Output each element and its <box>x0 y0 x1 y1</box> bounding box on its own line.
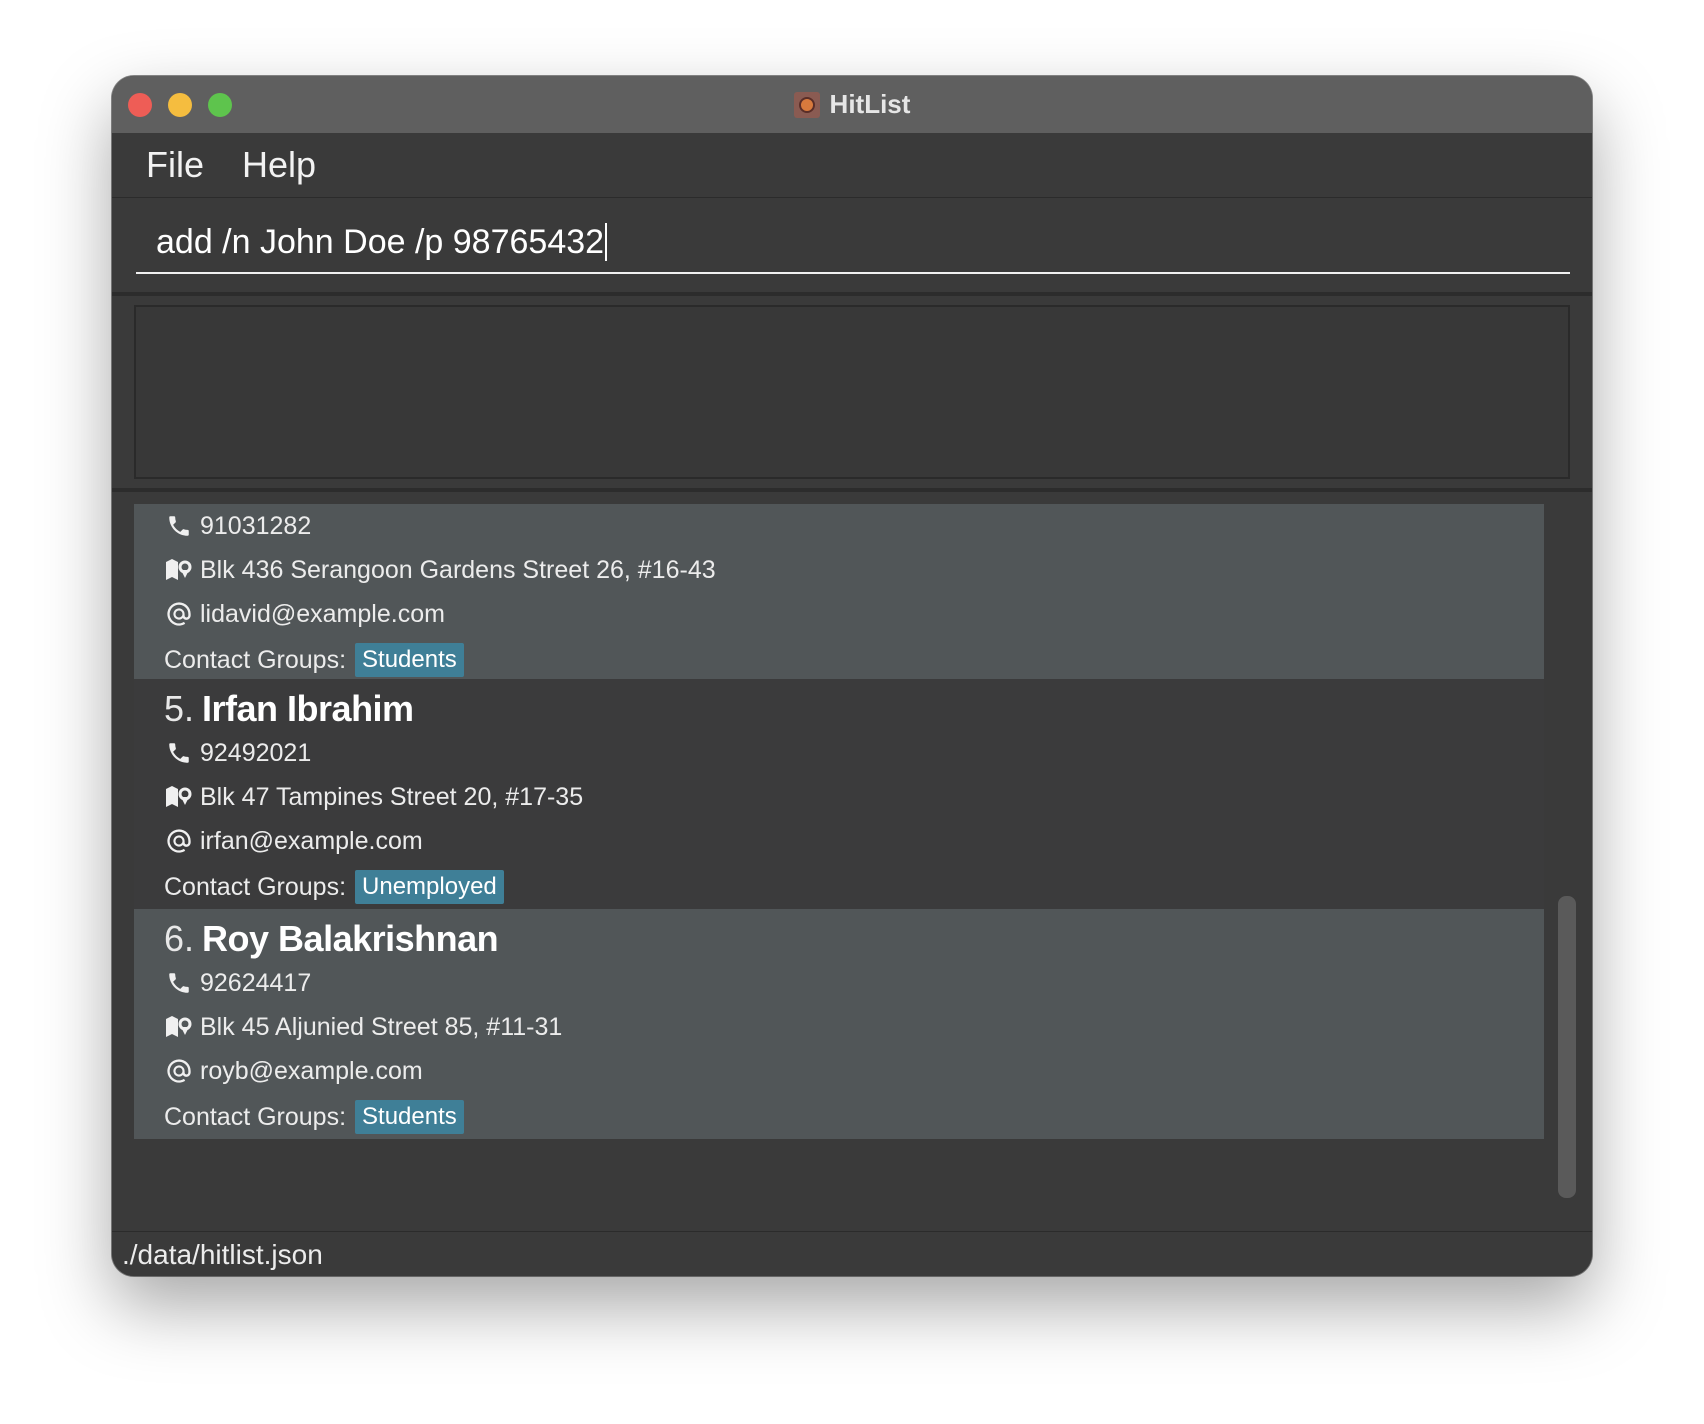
contact-email-row: royb@example.com <box>164 1049 1544 1093</box>
at-icon <box>164 826 194 856</box>
contact-phone: 91031282 <box>200 511 312 540</box>
contact-address-row: Blk 436 Serangoon Gardens Street 26, #16… <box>164 548 1544 592</box>
contact-email: royb@example.com <box>200 1056 423 1085</box>
group-tag: Students <box>355 1100 464 1134</box>
title-bar[interactable]: HitList <box>112 76 1592 134</box>
group-tag: Unemployed <box>355 870 504 904</box>
result-display[interactable] <box>134 305 1570 479</box>
window-title: HitList <box>829 89 911 119</box>
app-window: HitList File Help add /n John Doe /p 987… <box>112 76 1592 1276</box>
contact-phone-row: 91031282 <box>164 504 1544 548</box>
at-icon <box>164 1056 194 1086</box>
contact-phone: 92492021 <box>200 738 312 767</box>
group-tag: Students <box>355 643 464 677</box>
map-marker-icon <box>164 782 194 812</box>
at-icon <box>164 599 194 629</box>
contact-address-row: Blk 45 Aljunied Street 85, #11-31 <box>164 1005 1544 1049</box>
menu-bar: File Help <box>112 133 1592 198</box>
contact-groups-row: Contact Groups: Students <box>164 636 1544 684</box>
hitlist-app-icon <box>793 91 820 118</box>
list-scrollbar-thumb[interactable] <box>1558 896 1576 1198</box>
contact-groups-label: Contact Groups: <box>164 645 347 674</box>
contact-card[interactable]: 6. Roy Balakrishnan 92624417 Blk 45 Alju… <box>134 909 1544 1139</box>
contact-email: irfan@example.com <box>200 826 423 855</box>
status-bar: ./data/hitlist.json <box>112 1231 1592 1276</box>
divider <box>112 292 1592 296</box>
contact-groups-label: Contact Groups: <box>164 1102 347 1131</box>
text-caret <box>605 223 608 261</box>
menu-file[interactable]: File <box>146 144 204 186</box>
menu-help[interactable]: Help <box>242 144 316 186</box>
contact-name: Roy Balakrishnan <box>202 918 499 959</box>
contact-index: 5. <box>164 688 195 729</box>
contact-index: 6. <box>164 918 195 959</box>
command-box: add /n John Doe /p 98765432 <box>112 198 1592 294</box>
command-text: add /n John Doe /p 98765432 <box>156 222 605 261</box>
contact-groups-row: Contact Groups: Students <box>164 1093 1544 1141</box>
map-marker-icon <box>164 555 194 585</box>
phone-icon <box>164 738 194 768</box>
contact-list[interactable]: 91031282 Blk 436 Serangoon Gardens Stree… <box>112 492 1592 1214</box>
app-icon-inner <box>798 96 815 113</box>
title-wrap: HitList <box>112 76 1592 133</box>
contact-groups-label: Contact Groups: <box>164 872 347 901</box>
data-file-path: ./data/hitlist.json <box>122 1238 323 1270</box>
contact-header: 5. Irfan Ibrahim <box>164 687 1544 731</box>
contact-header: 6. Roy Balakrishnan <box>164 917 1544 961</box>
contact-phone: 92624417 <box>200 968 312 997</box>
contact-phone-row: 92624417 <box>164 961 1544 1005</box>
phone-icon <box>164 511 194 541</box>
contact-email-row: lidavid@example.com <box>164 592 1544 636</box>
contact-card-partial[interactable]: 91031282 Blk 436 Serangoon Gardens Stree… <box>134 504 1544 679</box>
contact-phone-row: 92492021 <box>164 731 1544 775</box>
contact-address: Blk 45 Aljunied Street 85, #11-31 <box>200 1012 563 1041</box>
phone-icon <box>164 968 194 998</box>
contact-address: Blk 436 Serangoon Gardens Street 26, #16… <box>200 555 716 584</box>
contact-card[interactable]: 5. Irfan Ibrahim 92492021 Blk 47 Tampine… <box>134 679 1544 909</box>
contact-name: Irfan Ibrahim <box>202 688 414 729</box>
command-input[interactable]: add /n John Doe /p 98765432 <box>136 212 1570 274</box>
contact-email-row: irfan@example.com <box>164 819 1544 863</box>
contact-email: lidavid@example.com <box>200 599 445 628</box>
contact-address-row: Blk 47 Tampines Street 20, #17-35 <box>164 775 1544 819</box>
map-marker-icon <box>164 1012 194 1042</box>
contact-groups-row: Contact Groups: Unemployed <box>164 863 1544 911</box>
contact-address: Blk 47 Tampines Street 20, #17-35 <box>200 782 584 811</box>
